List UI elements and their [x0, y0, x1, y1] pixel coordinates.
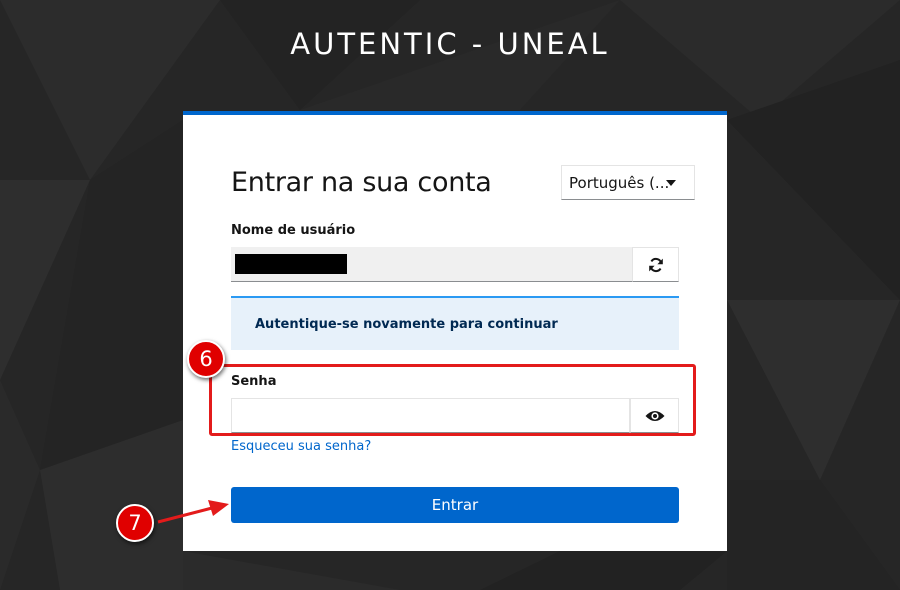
login-submit-button[interactable]: Entrar — [231, 487, 679, 523]
app-title: AUTENTIC - UNEAL — [290, 27, 610, 61]
caret-down-icon — [666, 180, 676, 186]
reset-login-button[interactable] — [632, 247, 679, 282]
arrow-icon — [157, 500, 229, 524]
alert-message: Autentique-se novamente para continuar — [255, 316, 558, 332]
username-label: Nome de usuário — [231, 223, 356, 238]
username-field — [231, 247, 632, 282]
login-card: Entrar na sua conta Português (... Nome … — [183, 111, 727, 551]
forgot-password-link[interactable]: Esqueceu sua senha? — [231, 439, 371, 454]
step-6-marker: 6 — [187, 340, 225, 378]
language-select-value: Português (... — [569, 173, 670, 192]
language-select[interactable]: Português (... — [561, 165, 695, 200]
password-highlight-box — [209, 364, 696, 436]
page-title: Entrar na sua conta — [231, 167, 492, 198]
step-7-marker: 7 — [116, 504, 154, 542]
redacted-username — [235, 254, 347, 274]
info-alert: Autentique-se novamente para continuar — [231, 296, 679, 350]
refresh-icon — [648, 257, 663, 272]
